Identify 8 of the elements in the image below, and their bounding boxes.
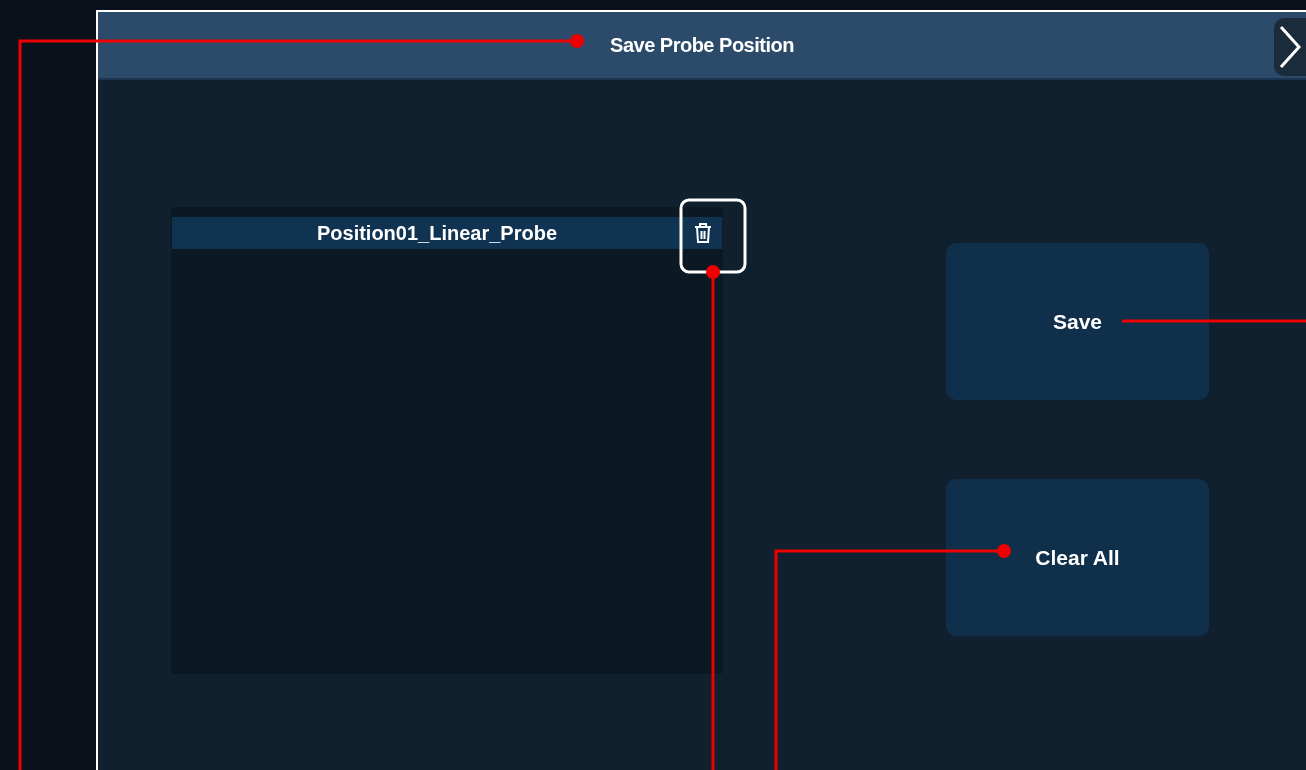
dialog-title: Save Probe Position xyxy=(610,33,794,58)
chevron-right-icon xyxy=(1278,24,1302,70)
trash-icon xyxy=(694,222,712,244)
next-button[interactable] xyxy=(1274,18,1306,76)
action-button[interactable]: Clear All xyxy=(946,479,1209,636)
position-item[interactable]: Position01_Linear_Probe xyxy=(172,217,722,249)
action-button[interactable]: Save xyxy=(946,243,1209,400)
position-name: Position01_Linear_Probe xyxy=(316,221,559,246)
